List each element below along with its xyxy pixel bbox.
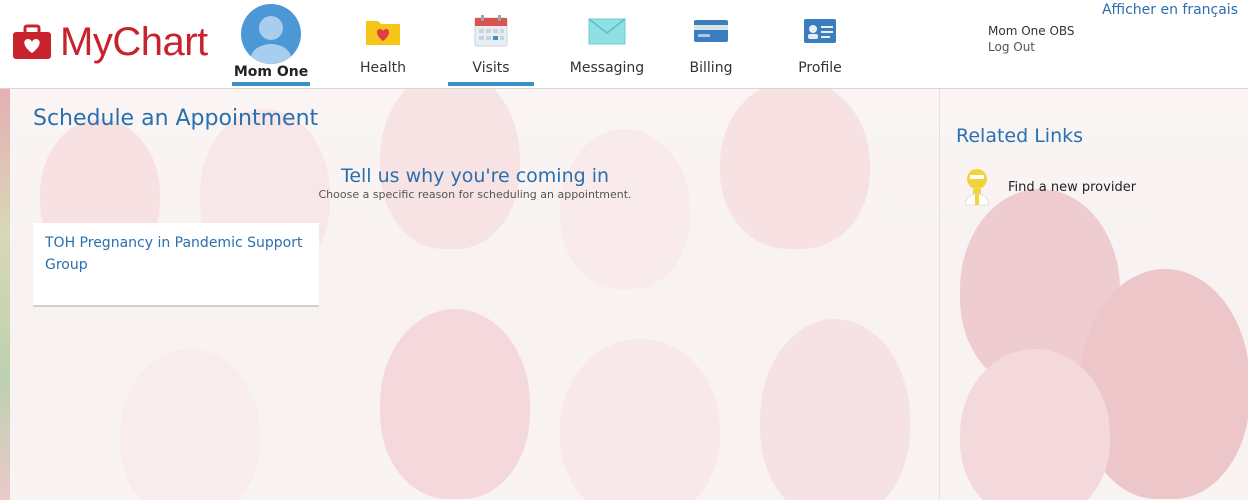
- logout-link[interactable]: Log Out: [988, 40, 1075, 54]
- language-toggle-link[interactable]: Afficher en français: [1102, 2, 1238, 18]
- reason-subtext: Choose a specific reason for scheduling …: [318, 188, 632, 201]
- related-links-title: Related Links: [956, 125, 1084, 147]
- credit-card-icon: [694, 20, 728, 42]
- calendar-icon: [474, 15, 508, 47]
- related-links-sidebar: Related Links Find a new provider: [939, 89, 1248, 500]
- reason-card-pregnancy-support-group[interactable]: TOH Pregnancy in Pandemic Support Group: [33, 223, 319, 307]
- heart-folder-icon: [366, 21, 400, 45]
- nav-messaging-label: Messaging: [569, 60, 645, 76]
- reason-heading: Tell us why you're coming in: [340, 165, 610, 187]
- nav-user-label: Mom One: [233, 64, 309, 80]
- nav-profile[interactable]: Profile: [790, 0, 850, 88]
- account-menu: Mom One OBS Log Out: [988, 24, 1075, 54]
- briefcase-heart-icon: [13, 24, 51, 59]
- top-nav-bar: MyChart Mom One Health Visits Messaging …: [0, 0, 1248, 89]
- envelope-icon: [588, 18, 626, 45]
- nav-billing[interactable]: Billing: [681, 0, 741, 88]
- reason-card-label: TOH Pregnancy in Pandemic Support Group: [45, 235, 303, 273]
- nav-visits-label: Visits: [472, 60, 510, 76]
- mychart-logo[interactable]: MyChart: [12, 18, 208, 66]
- nav-visits-active-indicator: [448, 82, 534, 86]
- nav-billing-label: Billing: [689, 60, 733, 76]
- page-title: Schedule an Appointment: [33, 106, 319, 131]
- brand-name: MyChart: [60, 20, 208, 64]
- account-name: Mom One OBS: [988, 24, 1075, 38]
- nav-messaging[interactable]: Messaging: [562, 0, 652, 88]
- nav-health-label: Health: [360, 60, 406, 76]
- nav-user-underline: [232, 82, 310, 86]
- find-provider-link[interactable]: Find a new provider: [962, 167, 1136, 207]
- user-avatar-icon: [241, 4, 301, 64]
- nav-profile-label: Profile: [798, 60, 842, 76]
- nav-user-menu[interactable]: Mom One: [232, 0, 310, 88]
- find-provider-label: Find a new provider: [1008, 179, 1137, 195]
- nav-visits[interactable]: Visits: [448, 0, 534, 88]
- id-card-icon: [804, 19, 836, 43]
- provider-search-icon: [964, 169, 990, 206]
- nav-health[interactable]: Health: [345, 0, 421, 88]
